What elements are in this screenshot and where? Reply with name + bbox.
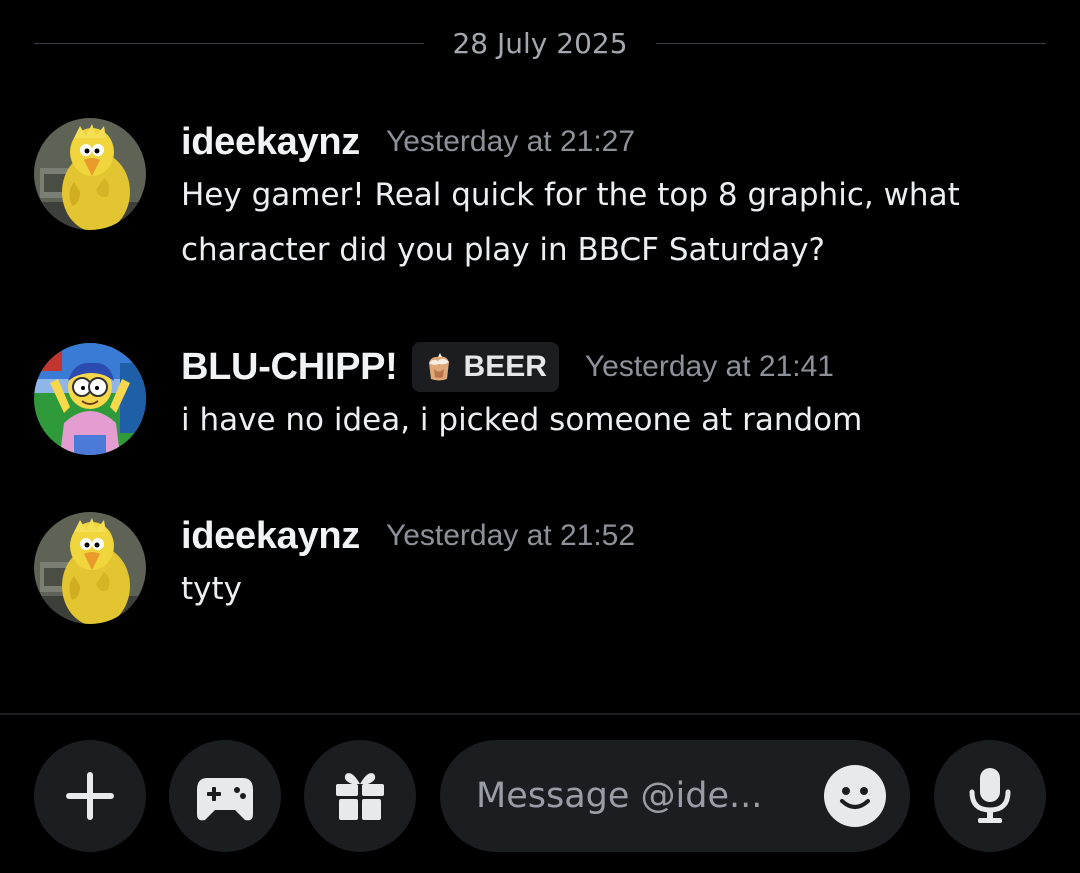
message-body: BLU-CHIPP! BEER Yesterday at 21:41 i hav… <box>181 342 1044 448</box>
gift-button[interactable] <box>304 740 416 852</box>
message-text: i have no idea, i picked someone at rand… <box>181 393 1044 448</box>
message-input-placeholder: Message @ide... <box>476 776 763 816</box>
beer-clan-icon <box>428 353 449 381</box>
timestamp: Yesterday at 21:41 <box>584 350 834 383</box>
date-divider: 28 July 2025 <box>34 26 1046 62</box>
milhouse-avatar[interactable] <box>34 343 146 455</box>
message-line: character did you play in BBCF Saturday? <box>181 232 826 268</box>
timestamp: Yesterday at 21:27 <box>385 125 636 158</box>
message-line: i have no idea, i picked someone at rand… <box>181 402 863 438</box>
message-input[interactable]: Message @ide... <box>440 740 910 852</box>
message-line: Hey gamer! Real quick for the top 8 grap… <box>181 177 960 213</box>
message-header: ideekaynz Yesterday at 21:27 <box>181 118 1044 166</box>
username[interactable]: BLU-CHIPP! <box>181 346 398 389</box>
emoji-icon[interactable] <box>824 765 886 827</box>
activities-button[interactable] <box>169 740 281 852</box>
message-text: Hey gamer! Real quick for the top 8 grap… <box>181 168 1044 278</box>
big-bird-avatar[interactable] <box>34 118 146 230</box>
username[interactable]: ideekaynz <box>181 515 360 558</box>
gamepad-icon <box>197 778 253 821</box>
gift-icon <box>336 773 384 820</box>
voice-message-button[interactable] <box>934 740 1046 852</box>
composer-divider <box>0 713 1080 715</box>
divider-line-right <box>656 43 1046 44</box>
message-header: BLU-CHIPP! BEER Yesterday at 21:41 <box>181 342 1044 392</box>
add-attachment-button[interactable] <box>34 740 146 852</box>
clan-tag-label: BEER <box>463 350 547 383</box>
message-body: ideekaynz Yesterday at 21:27 Hey gamer! … <box>181 118 1044 278</box>
big-bird-avatar[interactable] <box>34 512 146 624</box>
microphone-icon <box>969 768 1011 823</box>
clan-tag[interactable]: BEER <box>411 342 559 392</box>
message-text: tyty <box>181 562 1044 617</box>
message-header: ideekaynz Yesterday at 21:52 <box>181 512 1044 560</box>
message-body: ideekaynz Yesterday at 21:52 tyty <box>181 512 1044 617</box>
username[interactable]: ideekaynz <box>181 121 360 164</box>
plus-icon <box>66 772 114 820</box>
date-label: 28 July 2025 <box>452 27 628 60</box>
timestamp: Yesterday at 21:52 <box>385 519 636 552</box>
message-line: tyty <box>181 571 243 607</box>
